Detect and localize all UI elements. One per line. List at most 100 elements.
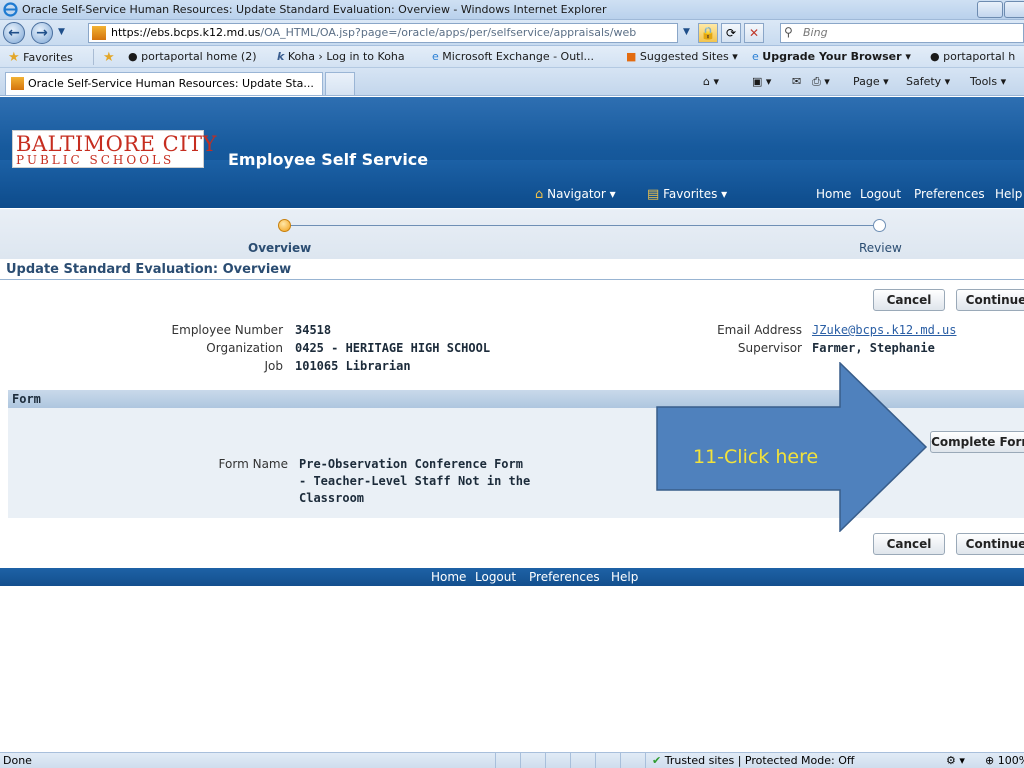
checkmark-icon: ✔	[652, 754, 662, 767]
continue-button-top[interactable]: Continue	[956, 289, 1024, 311]
search-icon: ⚲	[784, 25, 793, 39]
status-divider	[545, 753, 546, 768]
status-divider	[520, 753, 521, 768]
internet-explorer-icon	[3, 2, 18, 17]
favorite-item-portaportal[interactable]: ● portaportal home (2)	[128, 50, 257, 63]
safety-menu[interactable]: Safety ▾	[906, 75, 950, 88]
supervisor-value: Farmer, Stephanie	[812, 341, 935, 355]
protected-mode-icon[interactable]: ⚙ ▾	[946, 754, 965, 767]
site-favicon-icon	[92, 26, 106, 40]
cancel-button-top[interactable]: Cancel	[873, 289, 945, 311]
favorite-item-koha[interactable]: k Koha › Log in to Koha	[277, 50, 405, 63]
address-toolbar: ← → ▼ https://ebs.bcps.k12.md.us/OA_HTML…	[0, 20, 1024, 46]
forward-arrow-icon: →	[36, 25, 48, 41]
form-name-label: Form Name	[218, 457, 288, 471]
status-divider	[595, 753, 596, 768]
form-name-line2: - Teacher-Level Staff Not in the	[299, 474, 531, 488]
tab-active[interactable]: Oracle Self-Service Human Resources: Upd…	[5, 72, 323, 95]
tab-label: Oracle Self-Service Human Resources: Upd…	[28, 77, 314, 90]
organization-value: 0425 - HERITAGE HIGH SCHOOL	[295, 341, 491, 355]
favorite-item-exchange[interactable]: e Microsoft Exchange - Outl...	[432, 50, 594, 63]
footer-link-logout[interactable]: Logout	[475, 570, 516, 584]
footer-link-preferences[interactable]: Preferences	[529, 570, 600, 584]
favorites-star-icon: ★	[8, 50, 20, 65]
status-divider	[570, 753, 571, 768]
stop-icon: ✕	[748, 26, 760, 40]
favorite-item-portaportal-2[interactable]: ● portaportal h	[930, 50, 1015, 63]
train-step-overview-indicator	[278, 219, 291, 232]
back-button[interactable]: ←	[3, 22, 25, 44]
navigator-menu[interactable]: ⌂ Navigator ▾	[535, 187, 616, 202]
window-title-bar: Oracle Self-Service Human Resources: Upd…	[0, 0, 1024, 20]
global-link-home[interactable]: Home	[816, 187, 851, 201]
new-tab-button[interactable]	[325, 72, 355, 95]
footer-link-help[interactable]: Help	[611, 570, 638, 584]
address-input[interactable]: https://ebs.bcps.k12.md.us/OA_HTML/OA.js…	[88, 23, 678, 43]
employee-number-label: Employee Number	[171, 323, 283, 337]
form-section-title: Form	[12, 392, 41, 406]
train-step-review-indicator	[873, 219, 886, 232]
status-divider	[495, 753, 496, 768]
continue-button-bottom[interactable]: Continue	[956, 533, 1024, 555]
favorite-label: Koha › Log in to Koha	[287, 50, 405, 63]
zoom-label: 100%	[997, 754, 1024, 767]
home-icon[interactable]: ⌂ ▾	[703, 75, 719, 88]
global-link-logout[interactable]: Logout	[860, 187, 901, 201]
train-step-review[interactable]: Review	[859, 241, 902, 255]
global-link-help[interactable]: Help	[995, 187, 1022, 201]
favorite-label: Suggested Sites ▾	[639, 50, 738, 63]
ie-page-icon: e	[432, 50, 439, 63]
refresh-icon: ⟳	[725, 26, 737, 40]
baltimore-city-schools-logo: BALTIMORE CITY PUBLIC SCHOOLS	[12, 130, 216, 168]
favorites-button[interactable]: ★ Favorites	[8, 50, 73, 65]
favorite-label: portaportal home (2)	[141, 50, 257, 63]
train-line	[284, 225, 879, 226]
tools-menu[interactable]: Tools ▾	[970, 75, 1006, 88]
zoom-icon: ⊕	[985, 754, 995, 767]
cancel-button-bottom[interactable]: Cancel	[873, 533, 945, 555]
lock-icon[interactable]: 🔒	[698, 23, 718, 43]
navigator-label: Navigator ▾	[547, 187, 616, 201]
divider	[93, 49, 94, 65]
url-path: /OA_HTML/OA.jsp?page=/oracle/apps/per/se…	[260, 26, 637, 39]
organization-label: Organization	[206, 341, 283, 355]
page-title-underline	[0, 279, 1024, 280]
favorites-folder-icon: ▤	[647, 187, 660, 202]
minimize-button[interactable]	[977, 1, 1003, 18]
favorite-item-upgrade-browser[interactable]: e Upgrade Your Browser ▾	[752, 50, 911, 63]
status-text: Done	[3, 754, 32, 767]
url-host: https://ebs.bcps.k12.md.us	[111, 26, 261, 39]
supervisor-label: Supervisor	[737, 341, 802, 355]
page-title: Update Standard Evaluation: Overview	[6, 262, 292, 277]
maximize-button[interactable]	[1004, 1, 1024, 18]
security-zone[interactable]: ✔ Trusted sites | Protected Mode: Off	[652, 754, 854, 767]
status-bar: Done ✔ Trusted sites | Protected Mode: O…	[0, 752, 1024, 768]
forward-button[interactable]: →	[31, 22, 53, 44]
complete-form-button[interactable]: Complete Form	[930, 431, 1024, 453]
stop-button[interactable]: ✕	[744, 23, 764, 43]
email-link[interactable]: JZuke@bcps.k12.md.us	[812, 323, 957, 337]
address-dropdown-icon[interactable]: ▼	[683, 27, 690, 37]
refresh-button[interactable]: ⟳	[721, 23, 741, 43]
page-menu[interactable]: Page ▾	[853, 75, 889, 88]
status-divider	[620, 753, 621, 768]
footer-link-home[interactable]: Home	[431, 570, 466, 584]
favorite-item-suggested-sites[interactable]: ■ Suggested Sites ▾	[626, 50, 738, 63]
status-divider	[645, 753, 646, 768]
recent-pages-chevron-icon[interactable]: ▼	[58, 27, 65, 37]
add-favorite-icon[interactable]: ★	[103, 50, 115, 65]
security-zone-label: Trusted sites | Protected Mode: Off	[664, 754, 855, 767]
global-link-preferences[interactable]: Preferences	[914, 187, 985, 201]
favorites-menu-label: Favorites ▾	[663, 187, 728, 201]
favorites-bar: ★ Favorites ★ ● portaportal home (2) k K…	[0, 46, 1024, 68]
job-label: Job	[264, 359, 284, 373]
feeds-icon[interactable]: ▣ ▾	[752, 75, 771, 88]
mail-icon[interactable]: ✉	[792, 75, 801, 88]
favorites-menu[interactable]: ▤ Favorites ▾	[647, 187, 727, 202]
search-input[interactable]: Bing	[780, 23, 1024, 43]
suggested-sites-icon: ■	[626, 50, 637, 63]
print-icon[interactable]: ⎙ ▾	[812, 75, 830, 89]
employee-number-value: 34518	[295, 323, 332, 337]
zoom-control[interactable]: ⊕ 100%	[985, 754, 1024, 767]
form-name-line1: Pre-Observation Conference Form	[299, 457, 523, 471]
